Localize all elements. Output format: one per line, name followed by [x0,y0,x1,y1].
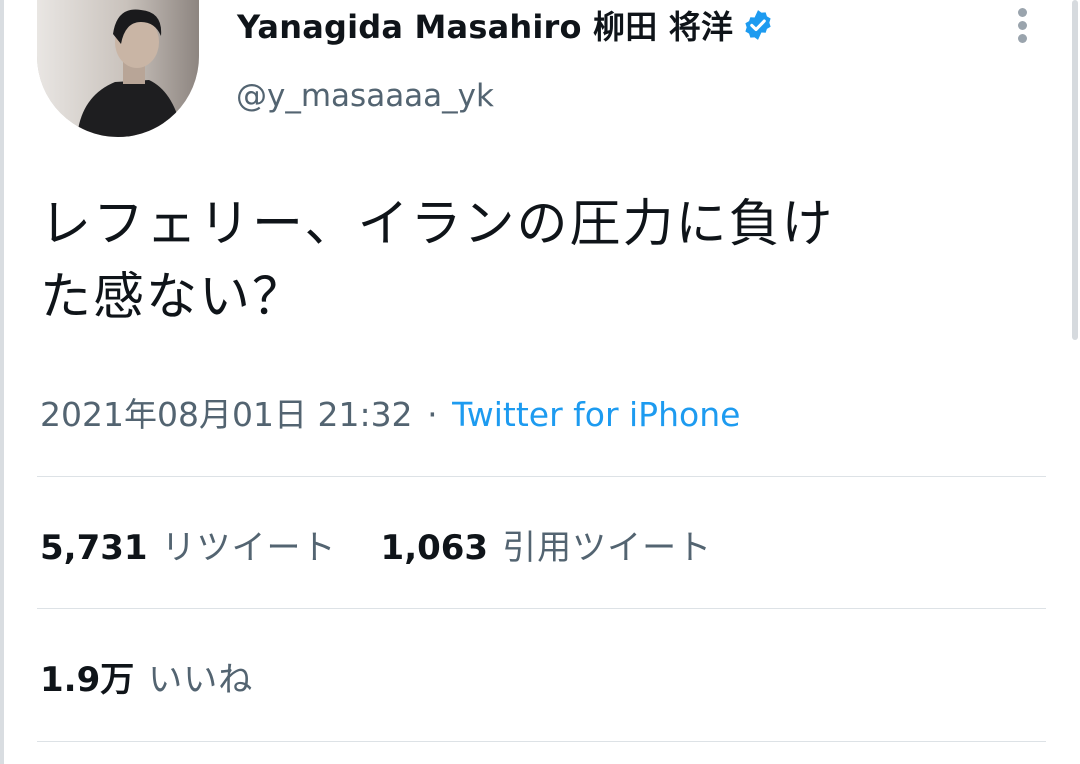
author-name-row[interactable]: Yanagida Masahiro 柳田 将洋 [237,0,775,50]
retweets-count: 5,731 [40,527,148,568]
likes-stats-row: 1.9万 いいね [40,646,297,706]
tweet-text-line: レフェリー、イランの圧力に負け [40,195,835,254]
likes-label: いいね [148,659,254,700]
avatar[interactable] [37,0,199,137]
divider [37,608,1046,609]
retweet-stats-row: 5,731 リツイート 1,063 引用ツイート [40,514,756,574]
retweets-label: リツイート [161,527,337,568]
tweet-timestamp[interactable]: 2021年08月01日 21:32 [40,395,413,434]
divider [37,741,1046,742]
likes-count: 1.9万 [40,659,135,700]
tweet-detail-view: Yanagida Masahiro 柳田 将洋 @y_masaaaa_yk レフ… [0,0,1080,764]
tweet-text-line: た感ない？ [40,268,306,327]
tweet-source-link[interactable]: Twitter for iPhone [452,395,740,434]
likes-stat[interactable]: 1.9万 いいね [40,652,253,701]
scrollbar-thumb[interactable] [1072,0,1078,340]
retweets-stat[interactable]: 5,731 リツイート [40,520,337,569]
display-name[interactable]: Yanagida Masahiro 柳田 将洋 [237,2,733,48]
quotes-label: 引用ツイート [502,527,713,568]
avatar-photo [37,0,199,137]
user-handle[interactable]: @y_masaaaa_yk [236,78,494,114]
left-edge-border [0,0,4,764]
more-vertical-icon[interactable] [1010,4,1034,44]
quotes-count: 1,063 [380,527,489,568]
quotes-stat[interactable]: 1,063 引用ツイート [381,520,713,569]
verified-badge-icon [745,10,771,40]
divider [37,476,1046,477]
meta-separator: · [427,395,438,434]
tweet-text: レフェリー、イランの圧力に負け た感ない？ [40,188,1040,334]
tweet-meta: 2021年08月01日 21:32 · Twitter for iPhone [40,388,740,436]
